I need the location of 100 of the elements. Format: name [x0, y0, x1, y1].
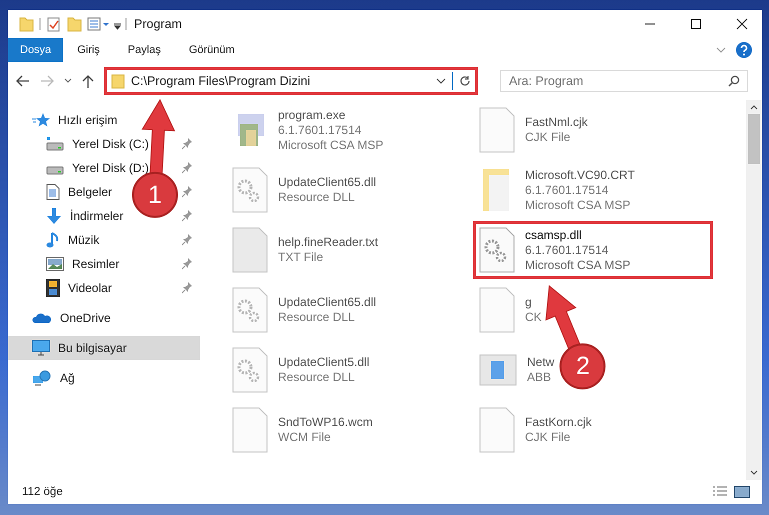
close-icon[interactable] [736, 18, 748, 30]
gear-document-icon [232, 167, 268, 213]
scroll-up-icon[interactable] [750, 104, 758, 110]
file-item[interactable]: FastNml.cjk CJK File [475, 105, 592, 155]
file-item[interactable]: csamsp.dll 6.1.7601.17514 Microsoft CSA MSP [475, 223, 711, 277]
download-arrow-icon [46, 208, 62, 224]
file-item[interactable]: program.exe 6.1.7601.17514 Microsoft CSA MSP [228, 106, 388, 154]
callout-number: 2 [576, 352, 590, 380]
pin-icon[interactable] [182, 162, 192, 174]
scrollbar[interactable] [746, 100, 762, 480]
blank-document-icon [479, 407, 515, 453]
file-detail: Resource DLL [278, 310, 356, 325]
sidebar-item[interactable]: Videolar [46, 276, 112, 300]
large-icons-view-icon[interactable] [734, 486, 750, 498]
film-strip-icon [46, 279, 60, 297]
pin-icon[interactable] [182, 210, 192, 222]
item-count: 112 öğe [22, 486, 63, 498]
folder-icon [111, 73, 125, 89]
cloud-icon [32, 312, 52, 324]
ribbon-tab[interactable]: Görünüm [174, 38, 249, 62]
pin-icon[interactable] [182, 258, 192, 270]
file-item[interactable]: UpdateClient65.dll Resource DLL [228, 285, 380, 335]
ribbon-tab[interactable]: Giriş [63, 38, 114, 62]
file-name: FastNml.cjk [525, 115, 588, 130]
gear-document-icon [232, 287, 268, 333]
blank-document-icon [479, 107, 515, 153]
gear-document-icon [479, 227, 515, 273]
file-detail: 6.1.7601.17514 [525, 182, 610, 198]
file-item[interactable]: SndToWP16.wcm WCM File [228, 405, 377, 455]
file-detail: ABB [527, 370, 552, 385]
file-detail: Microsoft CSA MSP [278, 138, 384, 152]
sidebar-item[interactable]: Müzik [46, 228, 100, 252]
pin-icon[interactable] [182, 138, 192, 150]
document-icon [46, 184, 60, 200]
blank-document-icon [479, 287, 515, 333]
star-icon [32, 112, 50, 128]
network-icon [32, 370, 52, 386]
scroll-down-icon[interactable] [750, 470, 758, 476]
landscape-image-icon [46, 257, 64, 271]
file-detail: CJK File [525, 430, 572, 445]
file-name: help.fineReader.txt [278, 235, 378, 250]
details-view-icon[interactable] [712, 486, 728, 498]
file-name: FastKorn.cjk [525, 415, 592, 430]
sidebar-item[interactable]: Resimler [46, 252, 120, 276]
file-detail: 6.1.7601.17514 [525, 242, 610, 258]
file-item[interactable]: Netw ABB [475, 352, 558, 388]
sidebar-item[interactable]: Yerel Disk (D:) [46, 156, 149, 180]
address-bar[interactable]: C:\Program Files\Program Dizini [104, 67, 478, 95]
pin-icon[interactable] [182, 234, 192, 246]
back-arrow-icon[interactable] [16, 75, 30, 87]
file-item[interactable]: UpdateClient65.dll Resource DLL [228, 165, 380, 215]
file-name: SndToWP16.wcm [278, 415, 373, 430]
file-detail: CK [525, 310, 542, 325]
file-detail: Resource DLL [278, 370, 356, 385]
music-note-icon [46, 232, 60, 248]
file-detail: CJK File [525, 130, 572, 145]
blank-document-icon [232, 227, 268, 273]
maximize-icon[interactable] [690, 18, 702, 30]
sidebar-item[interactable]: Belgeler [46, 180, 112, 204]
pin-icon[interactable] [182, 186, 192, 198]
file-name: Microsoft.VC90.CRT [525, 168, 635, 182]
file-detail: Microsoft CSA MSP [525, 198, 632, 212]
file-detail: Resource DLL [278, 190, 356, 205]
file-detail: 6.1.7601.17514 [278, 122, 362, 138]
file-item[interactable]: help.fineReader.txt TXT File [228, 225, 382, 275]
gear-document-icon [232, 347, 268, 393]
blank-document-icon [232, 407, 268, 453]
chevron-down-icon[interactable] [64, 78, 72, 84]
file-name: UpdateClient65.dll [278, 295, 376, 310]
sidebar-item[interactable]: Bu bilgisayar [8, 336, 200, 360]
file-name: csamsp.dll [525, 228, 583, 242]
monitor-icon [32, 340, 50, 356]
sidebar-item[interactable]: Yerel Disk (C:) [46, 132, 149, 156]
file-item[interactable]: g CK [475, 285, 546, 335]
callout-number: 1 [148, 181, 162, 209]
ribbon-tab[interactable]: Dosya [8, 38, 64, 62]
file-item[interactable]: Microsoft.VC90.CRT 6.1.7601.17514 Microsoft CSA MSP [475, 165, 639, 215]
file-item[interactable]: FastKorn.cjk CJK File [475, 405, 596, 455]
pin-icon[interactable] [182, 282, 192, 294]
help-icon[interactable] [736, 42, 752, 58]
application-window-icon [479, 354, 517, 386]
window-title: Program [134, 17, 182, 31]
refresh-icon[interactable] [459, 75, 471, 87]
scrollbar-thumb[interactable] [748, 114, 760, 164]
sidebar-item[interactable]: OneDrive [8, 306, 200, 330]
quick-access-toolbar-icon[interactable] [18, 15, 128, 33]
sidebar-item[interactable]: Hızlı erişim [8, 108, 200, 132]
sidebar-item[interactable]: İndirmeler [46, 204, 124, 228]
up-arrow-icon[interactable] [82, 74, 94, 88]
file-name: UpdateClient5.dll [278, 355, 370, 370]
search-field[interactable]: Ara: Program [500, 70, 748, 92]
file-name: Netw [527, 355, 554, 370]
file-name: program.exe [278, 108, 346, 122]
file-item[interactable]: UpdateClient5.dll Resource DLL [228, 345, 374, 395]
ribbon-tab[interactable]: Paylaş [114, 38, 175, 62]
sidebar-item[interactable]: Ağ [8, 366, 200, 390]
file-name: UpdateClient65.dll [278, 175, 376, 190]
search-icon [728, 75, 740, 87]
chevron-down-icon[interactable] [436, 77, 446, 85]
drive-icon [46, 137, 64, 151]
